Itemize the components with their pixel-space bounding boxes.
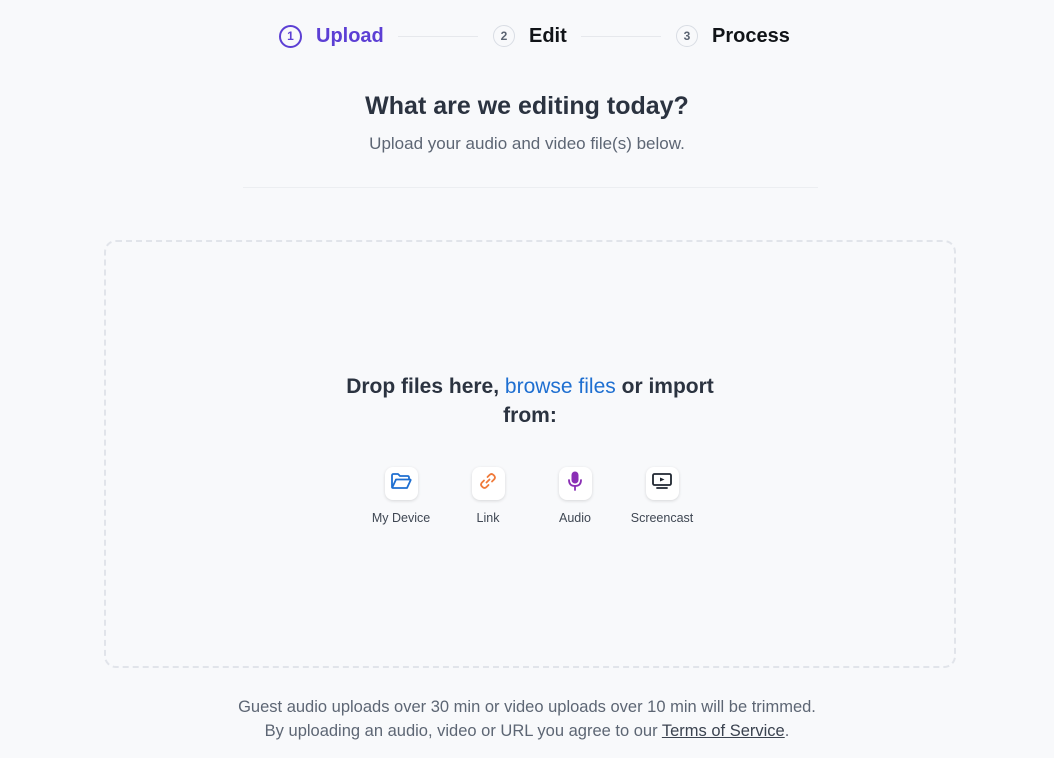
page-subtitle: Upload your audio and video file(s) belo… [369,134,685,153]
screencast-icon [651,471,673,496]
browse-files-link[interactable]: browse files [505,375,616,398]
step-label: Edit [529,24,567,47]
source-audio-button[interactable]: Audio [530,467,620,525]
source-link-button[interactable]: Link [443,467,533,525]
dropzone-text: Drop files here, browse files or import f… [106,372,954,430]
step-label: Process [712,24,790,47]
terms-notice: By uploading an audio, video or URL you … [0,719,1054,743]
page-title: What are we editing today? [365,92,689,120]
source-screencast-button[interactable]: Screencast [617,467,707,525]
step-number: 1 [279,24,302,48]
source-tile [384,467,418,500]
import-sources: My Device Link Audio Screencast [106,467,954,527]
dropzone-text-before: Drop files here, [346,375,505,398]
footer-notice: Guest audio uploads over 30 min or video… [0,695,1054,743]
step-edit[interactable]: 2 Edit [493,22,567,50]
source-label: Audio [559,511,591,525]
source-label: My Device [371,511,431,525]
dropzone-text-after-2: from: [503,404,557,427]
terms-of-service-link[interactable]: Terms of Service [662,722,785,740]
source-label: Screencast [630,511,694,525]
source-my-device-button[interactable]: My Device [356,467,446,525]
link-icon [478,471,498,496]
terms-text: By uploading an audio, video or URL you … [264,722,662,740]
step-connector [398,36,478,37]
divider [243,187,818,188]
step-process[interactable]: 3 Process [676,22,790,50]
stepper: 1 Upload 2 Edit 3 Process [0,22,1054,50]
source-tile [471,467,505,500]
source-tile [558,467,592,500]
dropzone-text-after: or import [615,375,714,398]
folder-icon [390,472,412,495]
trim-notice: Guest audio uploads over 30 min or video… [238,698,816,716]
source-label: Link [476,511,500,525]
source-tile [645,467,679,500]
terms-period: . [784,722,790,740]
step-label: Upload [316,24,384,47]
file-dropzone[interactable]: Drop files here, browse files or import f… [104,240,956,668]
step-upload[interactable]: 1 Upload [279,22,384,50]
step-connector [581,36,661,37]
step-number: 3 [676,25,698,47]
microphone-icon [566,470,584,497]
step-number: 2 [493,25,515,47]
upload-page: 1 Upload 2 Edit 3 Process What are we ed… [0,0,1054,758]
